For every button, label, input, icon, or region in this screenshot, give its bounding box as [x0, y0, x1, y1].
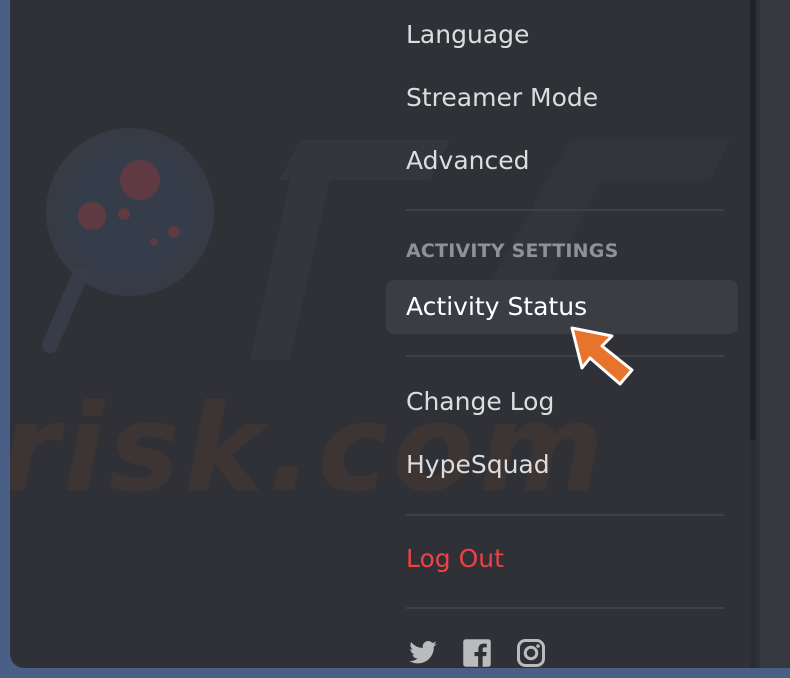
nav-divider — [406, 355, 724, 357]
nav-item-language[interactable]: Language — [386, 8, 738, 62]
nav-item-change-log[interactable]: Change Log — [386, 375, 738, 429]
nav-item-activity-status[interactable]: Activity Status — [386, 280, 738, 334]
facebook-icon[interactable] — [460, 636, 494, 668]
twitter-icon[interactable] — [406, 636, 440, 668]
instagram-icon[interactable] — [514, 636, 548, 668]
nav-item-streamer-mode[interactable]: Streamer Mode — [386, 71, 738, 125]
nav-divider — [406, 209, 724, 211]
social-links — [406, 636, 548, 668]
nav-divider — [406, 607, 724, 609]
nav-item-log-out[interactable]: Log Out — [386, 532, 738, 586]
section-header-activity-settings: ACTIVITY SETTINGS — [406, 240, 619, 262]
settings-nav: Language Streamer Mode Advanced ACTIVITY… — [386, 0, 738, 668]
content-pane — [760, 0, 790, 668]
scrollbar-thumb[interactable] — [750, 0, 756, 440]
nav-item-hypesquad[interactable]: HypeSquad — [386, 438, 738, 492]
settings-window: risk.com Language Streamer Mode Advanced… — [10, 0, 790, 668]
nav-divider — [406, 514, 724, 516]
nav-item-advanced[interactable]: Advanced — [386, 134, 738, 188]
